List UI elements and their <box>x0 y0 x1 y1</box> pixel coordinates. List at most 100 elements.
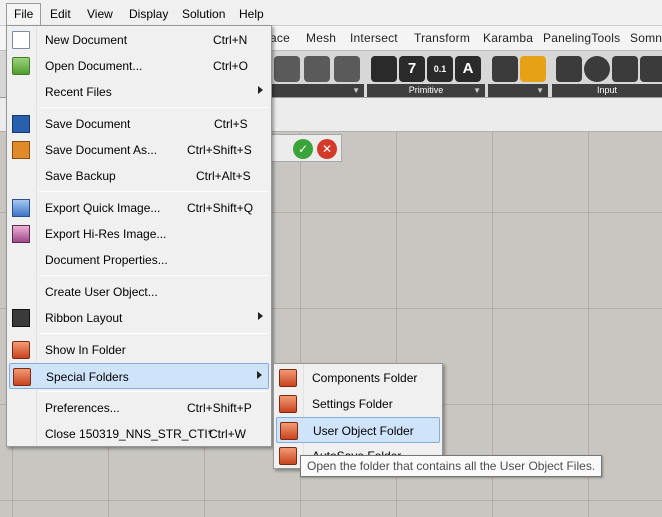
menu-item-ribbon-layout[interactable]: Ribbon Layout <box>9 305 269 331</box>
text-button[interactable]: A <box>455 56 481 82</box>
expand-icon[interactable]: ▼ <box>473 84 481 97</box>
component-button[interactable] <box>274 56 300 82</box>
tab-panelingtools[interactable]: PanelingTools <box>543 31 620 45</box>
menu-item-label: Create User Object... <box>45 285 158 299</box>
menu-item-label: Close 150319_NNS_STR_CTI* <box>45 427 213 441</box>
menu-item-label: Show In Folder <box>45 343 126 357</box>
chevron-right-icon <box>258 312 263 320</box>
menu-solution[interactable]: Solution <box>175 4 232 24</box>
folder-icon <box>13 368 31 386</box>
menu-view[interactable]: View <box>80 4 120 24</box>
menu-item-label: Recent Files <box>45 85 112 99</box>
new-document-icon <box>12 31 30 49</box>
chevron-right-icon <box>257 371 262 379</box>
menu-item-save-document-as[interactable]: Save Document As... Ctrl+Shift+S <box>9 137 269 163</box>
menu-item-open-document[interactable]: Open Document... Ctrl+O <box>9 53 269 79</box>
menu-item-shortcut: Ctrl+Shift+P <box>187 401 252 415</box>
menu-item-shortcut: Ctrl+S <box>214 117 248 131</box>
button-object-button[interactable] <box>584 56 610 82</box>
menu-item-label: Open Document... <box>45 59 143 73</box>
tab-transform[interactable]: Transform <box>414 31 470 45</box>
menu-item-label: Settings Folder <box>312 397 393 411</box>
toggle-button[interactable] <box>556 56 582 82</box>
menu-item-shortcut: Ctrl+O <box>213 59 249 73</box>
menu-item-label: Save Document As... <box>45 143 158 157</box>
number-button[interactable]: 0.1 <box>427 56 453 82</box>
primitive-shape-button[interactable] <box>371 56 397 82</box>
slider-button[interactable] <box>612 56 638 82</box>
export-hires-icon <box>12 225 30 243</box>
tab-surface[interactable]: ace <box>270 31 290 45</box>
menu-item-save-backup[interactable]: Save Backup Ctrl+Alt+S <box>9 163 269 189</box>
menu-item-new-document[interactable]: New Document Ctrl+N <box>9 27 269 53</box>
menu-item-label: New Document <box>45 33 128 47</box>
chevron-right-icon <box>258 86 263 94</box>
menu-separator <box>39 333 268 334</box>
folder-icon <box>12 341 30 359</box>
close-icon[interactable]: ✕ <box>317 139 337 159</box>
menu-item-label: User Object Folder <box>313 424 414 438</box>
ribbon-layout-icon <box>12 309 30 327</box>
menu-item-document-properties[interactable]: Document Properties... <box>9 247 269 273</box>
menu-item-label: Preferences... <box>45 401 120 415</box>
menu-item-export-quick-image[interactable]: Export Quick Image... Ctrl+Shift+Q <box>9 195 269 221</box>
ribbon-group-label: Primitive ▼ <box>367 84 485 97</box>
menu-item-preferences[interactable]: Preferences... Ctrl+Shift+P <box>9 395 269 421</box>
tab-mesh[interactable]: Mesh <box>306 31 336 45</box>
menu-help[interactable]: Help <box>232 4 271 24</box>
menu-item-shortcut: Ctrl+N <box>213 33 248 47</box>
expand-icon[interactable]: ▼ <box>352 84 360 97</box>
menu-item-close-document[interactable]: Close 150319_NNS_STR_CTI* Ctrl+W <box>9 421 269 447</box>
primitive-group-label: Primitive <box>408 85 444 95</box>
menu-separator <box>39 275 268 276</box>
menu-edit[interactable]: Edit <box>43 4 78 24</box>
check-icon[interactable]: ✓ <box>293 139 313 159</box>
folder-icon <box>280 422 298 440</box>
menu-item-save-document[interactable]: Save Document Ctrl+S <box>9 111 269 137</box>
menu-item-shortcut: Ctrl+W <box>209 427 246 441</box>
save-as-icon <box>12 141 30 159</box>
menu-item-label: Special Folders <box>46 370 129 384</box>
menu-separator <box>39 191 268 192</box>
expand-icon[interactable]: ▼ <box>536 84 544 97</box>
menu-item-shortcut: Ctrl+Shift+S <box>187 143 252 157</box>
ribbon-group-input: Input <box>552 53 662 97</box>
menu-item-label: Export Hi-Res Image... <box>45 227 167 241</box>
menu-item-label: Save Backup <box>45 169 116 183</box>
file-menu: New Document Ctrl+N Open Document... Ctr… <box>6 25 272 447</box>
tab-somni[interactable]: Somni <box>630 31 662 45</box>
special-folders-submenu: Components Folder Settings Folder User O… <box>273 363 443 469</box>
folder-icon <box>279 447 297 465</box>
component-button[interactable] <box>334 56 360 82</box>
menu-item-components-folder[interactable]: Components Folder <box>276 365 440 391</box>
ribbon-group-label: ▼ <box>270 84 364 97</box>
menu-item-export-hires-image[interactable]: Export Hi-Res Image... <box>9 221 269 247</box>
input-group-label: Input <box>596 85 618 95</box>
save-icon <box>12 115 30 133</box>
menu-separator <box>39 391 268 392</box>
value-list-button[interactable] <box>640 56 662 82</box>
integer-button[interactable]: 7 <box>399 56 425 82</box>
component-button[interactable] <box>304 56 330 82</box>
menu-item-label: Save Document <box>45 117 131 131</box>
tab-intersect[interactable]: Intersect <box>350 31 398 45</box>
gradient-button[interactable] <box>520 56 546 82</box>
tab-karamba[interactable]: Karamba <box>483 31 533 45</box>
menu-item-user-object-folder[interactable]: User Object Folder <box>276 417 440 443</box>
menu-item-recent-files[interactable]: Recent Files <box>9 79 269 105</box>
menu-item-create-user-object[interactable]: Create User Object... <box>9 279 269 305</box>
folder-icon <box>279 395 297 413</box>
menu-item-label: Components Folder <box>312 371 418 385</box>
ribbon-group-label: Input <box>552 84 662 97</box>
menu-item-label: Export Quick Image... <box>45 201 161 215</box>
menu-file[interactable]: File <box>6 3 42 26</box>
panel-button[interactable] <box>492 56 518 82</box>
menu-item-show-in-folder[interactable]: Show In Folder <box>9 337 269 363</box>
folder-icon <box>279 369 297 387</box>
menu-item-shortcut: Ctrl+Alt+S <box>196 169 251 183</box>
menu-item-special-folders[interactable]: Special Folders <box>9 363 269 389</box>
menu-display[interactable]: Display <box>122 4 175 24</box>
tooltip: Open the folder that contains all the Us… <box>300 455 603 477</box>
menu-item-settings-folder[interactable]: Settings Folder <box>276 391 440 417</box>
menu-item-shortcut: Ctrl+Shift+Q <box>187 201 254 215</box>
